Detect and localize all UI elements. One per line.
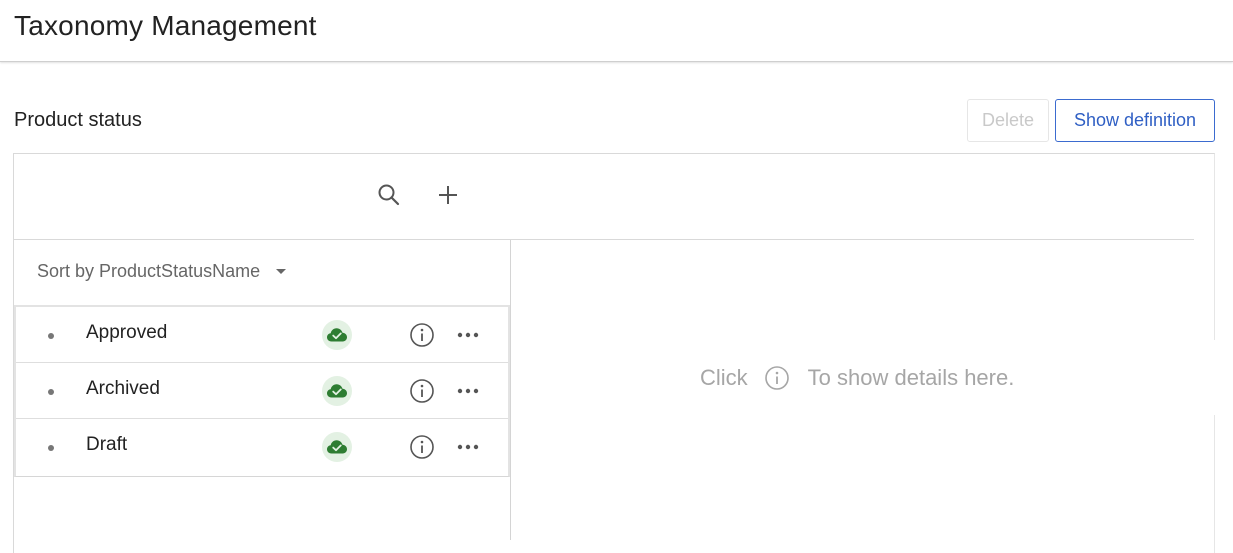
caret-down-icon (276, 269, 287, 274)
top-bar: Taxonomy Management (0, 0, 1233, 62)
cloud-check-icon (322, 432, 352, 462)
details-placeholder: Click To show details here. (700, 365, 1014, 391)
cloud-check-icon (322, 320, 352, 350)
list-item[interactable]: Draft (16, 419, 508, 476)
details-prefix: Click (700, 365, 748, 390)
item-label: Approved (86, 322, 168, 343)
search-button[interactable] (375, 181, 403, 209)
more-options-icon[interactable] (454, 321, 482, 349)
item-label: Draft (86, 434, 128, 455)
status-list: Approved Archived Draft (14, 305, 510, 477)
info-icon (764, 365, 790, 391)
show-definition-button[interactable]: Show definition (1055, 99, 1215, 142)
page-title: Taxonomy Management (14, 10, 317, 41)
add-item-button[interactable] (434, 181, 462, 209)
item-label: Archived (86, 378, 160, 399)
cloud-check-icon (322, 376, 352, 406)
bullet-icon (48, 333, 54, 339)
more-options-icon[interactable] (454, 377, 482, 405)
delete-button[interactable]: Delete (967, 99, 1049, 142)
sort-dropdown[interactable]: Sort by ProductStatusName (37, 261, 287, 282)
plus-icon (439, 186, 457, 204)
info-icon[interactable] (408, 377, 436, 405)
info-icon[interactable] (408, 433, 436, 461)
info-icon[interactable] (408, 321, 436, 349)
sort-label: Sort by ProductStatusName (37, 261, 261, 281)
list-item[interactable]: Archived (16, 363, 508, 419)
list-item[interactable]: Approved (16, 307, 508, 363)
search-icon (378, 184, 400, 206)
details-suffix: To show details here. (807, 365, 1015, 390)
section-title: Product status (14, 109, 142, 131)
more-options-icon[interactable] (454, 433, 482, 461)
bullet-icon (48, 445, 54, 451)
bullet-icon (48, 389, 54, 395)
panel-edge (1214, 340, 1233, 415)
